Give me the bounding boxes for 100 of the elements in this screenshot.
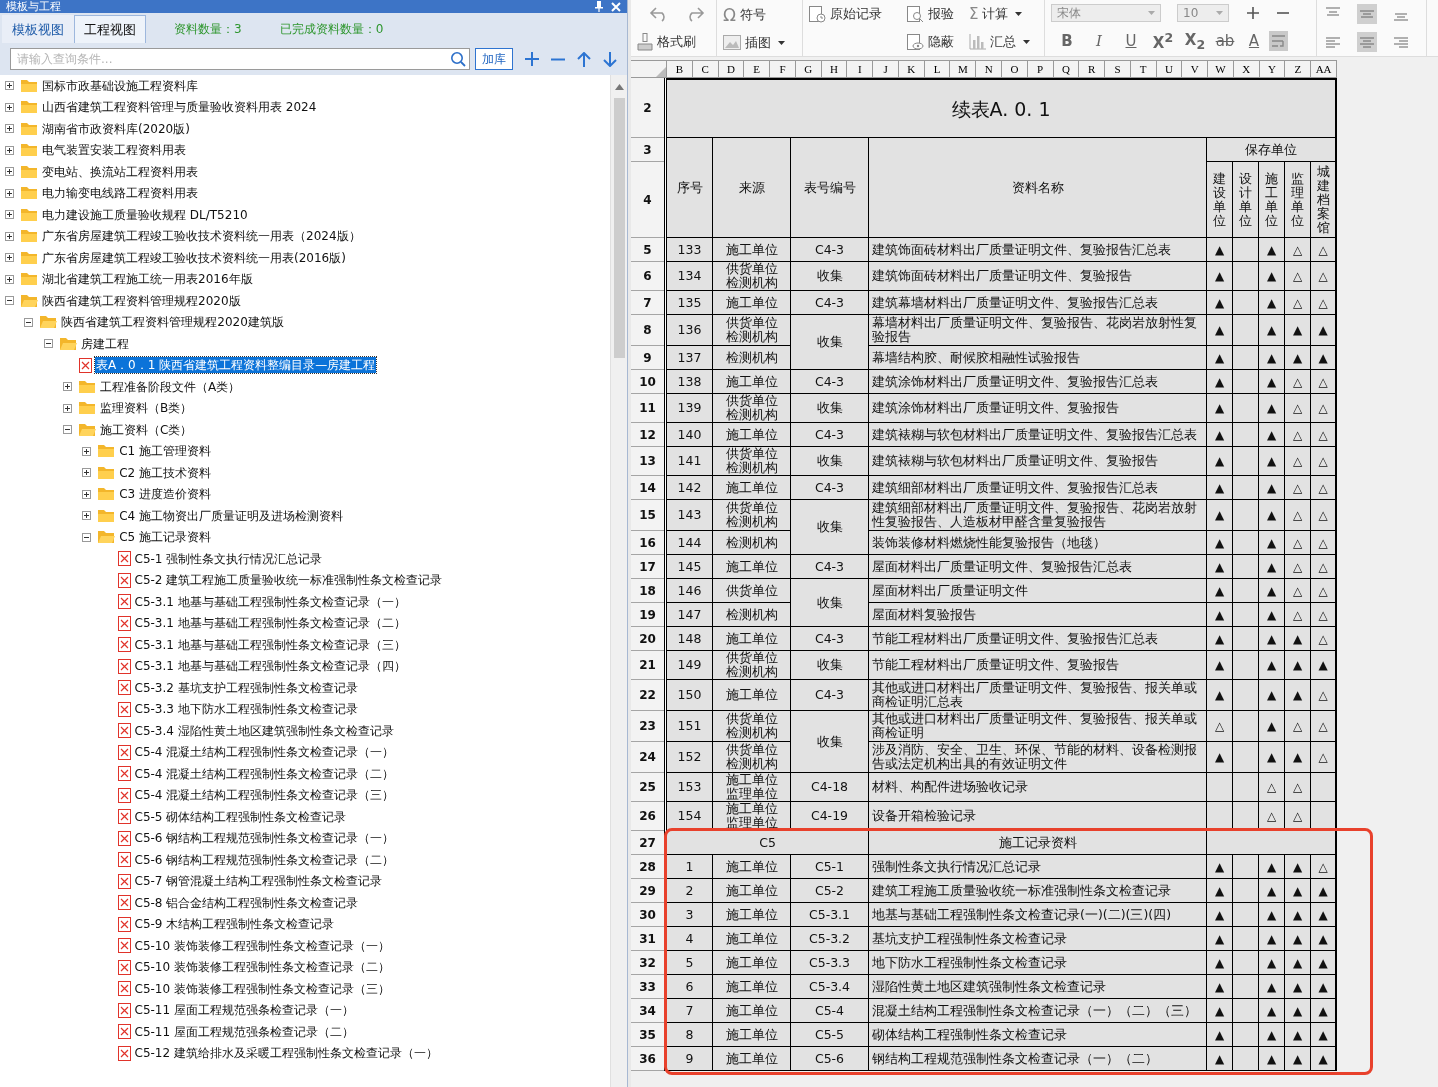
arrow-down-icon[interactable]	[603, 51, 617, 67]
subscript-button[interactable]: X$_{2}$	[1179, 30, 1211, 52]
column-letter[interactable]: AA	[1311, 61, 1337, 77]
arrow-up-icon[interactable]	[577, 51, 591, 67]
strikethrough-button[interactable]: ab	[1211, 32, 1239, 50]
tree-item[interactable]: C3 进度造价资料	[118, 486, 212, 503]
tree-item[interactable]: C5-5 砌体结构工程强制性条文检查记录	[133, 808, 348, 825]
tree-item[interactable]: C5-3.2 基坑支护工程强制性条文检查记录	[133, 679, 359, 696]
expand-toggle[interactable]	[5, 231, 14, 241]
tree-item[interactable]: 国标市政基础设施工程资料库	[41, 77, 199, 94]
original-record-button[interactable]: 原始记录	[809, 5, 907, 23]
calculate-button[interactable]: Σ 计算	[969, 5, 1039, 23]
summary-button[interactable]: 汇总	[969, 33, 1039, 51]
column-letter[interactable]: U	[1156, 61, 1183, 77]
column-letter[interactable]: C	[692, 61, 719, 77]
tree-item[interactable]: C5-8 铝合金结构工程强制性条文检查记录	[133, 894, 360, 911]
column-letter[interactable]: R	[1079, 61, 1106, 77]
column-letter[interactable]: Z	[1285, 61, 1312, 77]
tree-item[interactable]: C5-3.1 地基与基础工程强制性条文检查记录（四）	[133, 658, 407, 675]
tree-item[interactable]: C5-10 装饰装修工程强制性条文检查记录（二）	[133, 959, 391, 976]
expand-toggle[interactable]	[5, 274, 14, 284]
tree-item[interactable]: C5-3.4 湿陷性黄土地区建筑强制性条文检查记录	[133, 722, 395, 739]
tree-item[interactable]: C5-3.1 地基与基础工程强制性条文检查记录（三）	[133, 636, 407, 653]
increase-font-icon[interactable]	[1247, 7, 1259, 19]
column-letter[interactable]: J	[873, 61, 899, 77]
column-letter[interactable]: P	[1027, 61, 1054, 77]
tree-item[interactable]: 陕西省建筑工程资料管理规程2020版	[41, 292, 242, 309]
symbol-button[interactable]: Ω 符号	[723, 4, 796, 25]
expand-toggle[interactable]	[5, 124, 14, 134]
expand-toggle[interactable]	[5, 102, 14, 112]
expand-toggle[interactable]	[62, 403, 72, 413]
expand-toggle[interactable]	[5, 253, 14, 263]
column-letter[interactable]: D	[718, 61, 745, 77]
expand-toggle[interactable]	[82, 446, 92, 456]
superscript-button[interactable]: X$^{2}$	[1147, 30, 1179, 52]
expand-toggle[interactable]	[5, 210, 14, 220]
expand-toggle[interactable]	[82, 468, 92, 478]
pin-icon[interactable]	[595, 1, 603, 12]
italic-button[interactable]: I	[1083, 32, 1115, 50]
column-letter[interactable]: H	[821, 61, 848, 77]
tree-item[interactable]: C5-7 钢管混凝土结构工程强制性条文检查记录	[133, 873, 384, 890]
expand-toggle[interactable]	[62, 382, 72, 392]
tree-item[interactable]: C5-2 建筑工程施工质量验收统一标准强制性条文检查记录	[133, 572, 444, 589]
plus-icon[interactable]	[525, 52, 539, 66]
tree-item[interactable]: C5-4 混凝土结构工程强制性条文检查记录（二）	[133, 765, 396, 782]
inspection-button[interactable]: 报验	[907, 5, 969, 23]
tree-item[interactable]: 电力输变电线路工程资料用表	[41, 185, 199, 202]
column-letter[interactable]: Q	[1053, 61, 1080, 77]
insert-image-button[interactable]: 插图	[723, 33, 796, 52]
column-letter[interactable]: T	[1130, 61, 1157, 77]
tree-item[interactable]: 房建工程	[79, 335, 130, 352]
add-library-button[interactable]: 加库	[475, 48, 513, 70]
tree-item[interactable]: C5-11 屋面工程规范强条检查记录（一）	[133, 1002, 355, 1019]
format-painter-button[interactable]: 格式刷	[637, 32, 710, 51]
tree-item[interactable]: C5-3.1 地基与基础工程强制性条文检查记录（一）	[133, 593, 407, 610]
tree-item[interactable]: 湖南省市政资料库(2020版)	[41, 120, 191, 137]
column-letter[interactable]: O	[1002, 61, 1028, 77]
expand-toggle[interactable]	[5, 167, 14, 177]
tree-item[interactable]: 电力建设施工质量验收规程 DL/T5210	[41, 206, 249, 223]
expand-toggle[interactable]	[5, 145, 14, 155]
expand-toggle[interactable]	[82, 489, 92, 499]
tree-item[interactable]: 广东省房屋建筑工程竣工验收技术资料统一用表（2024版）	[41, 228, 362, 245]
tree-item[interactable]: C5-1 强制性条文执行情况汇总记录	[133, 550, 324, 567]
column-letter[interactable]: E	[744, 61, 771, 77]
expand-toggle[interactable]	[43, 339, 53, 349]
scroll-up-icon[interactable]	[614, 84, 624, 90]
tree-item[interactable]: C5-11 屋面工程规范强条检查记录（二）	[133, 1023, 355, 1040]
column-letter[interactable]: X	[1233, 61, 1260, 77]
column-letter[interactable]: V	[1182, 61, 1209, 77]
tree-item[interactable]: 广东省房屋建筑工程竣工验收技术资料统一用表(2016版)	[41, 249, 347, 266]
column-letter[interactable]: G	[795, 61, 822, 77]
expand-toggle[interactable]	[5, 188, 14, 198]
column-letter[interactable]: L	[924, 61, 951, 77]
tree-item[interactable]: 施工资料（C类）	[98, 421, 194, 438]
tree-item[interactable]: C5-10 装饰装修工程强制性条文检查记录（三）	[133, 980, 391, 997]
column-letter[interactable]: N	[976, 61, 1002, 77]
tab[interactable]: 工程视图	[74, 15, 146, 43]
tree-item[interactable]: C5-6 钢结构工程规范强制性条文检查记录（二）	[133, 851, 396, 868]
minus-icon[interactable]	[551, 57, 565, 61]
tree-item[interactable]: C5-3.1 地基与基础工程强制性条文检查记录（二）	[133, 615, 407, 632]
bold-button[interactable]: B	[1051, 32, 1083, 50]
tree-item[interactable]: 山西省建筑工程资料管理与质量验收资料用表 2024	[41, 99, 318, 116]
scrollbar[interactable]	[610, 75, 627, 1087]
tree-item[interactable]: C5 施工记录资料	[118, 529, 212, 546]
close-icon[interactable]	[611, 1, 621, 12]
tree-item[interactable]: C5-12 建筑给排水及采暖工程强制性条文检查记录（一）	[133, 1045, 439, 1062]
tree-item[interactable]: C1 施工管理资料	[118, 443, 212, 460]
tree-item[interactable]: C5-9 木结构工程强制性条文检查记录	[133, 916, 336, 933]
expand-toggle[interactable]	[24, 317, 34, 327]
tab[interactable]: 模板视图	[2, 15, 74, 43]
tree-item[interactable]: C5-4 混凝土结构工程强制性条文检查记录（三）	[133, 787, 396, 804]
tree-item[interactable]: 湖北省建筑工程施工统一用表2016年版	[41, 271, 254, 288]
underline-button[interactable]: U	[1115, 32, 1147, 50]
search-field[interactable]: 请输入查询条件...	[10, 48, 470, 70]
tree-item[interactable]: C5-4 混凝土结构工程强制性条文检查记录（一）	[133, 744, 396, 761]
scroll-thumb[interactable]	[613, 98, 625, 358]
expand-toggle[interactable]	[5, 296, 14, 306]
conceal-button[interactable]: 隐蔽	[907, 33, 969, 51]
tree-item[interactable]: 工程准备阶段文件（A类）	[98, 378, 242, 395]
search-icon[interactable]	[450, 51, 466, 67]
